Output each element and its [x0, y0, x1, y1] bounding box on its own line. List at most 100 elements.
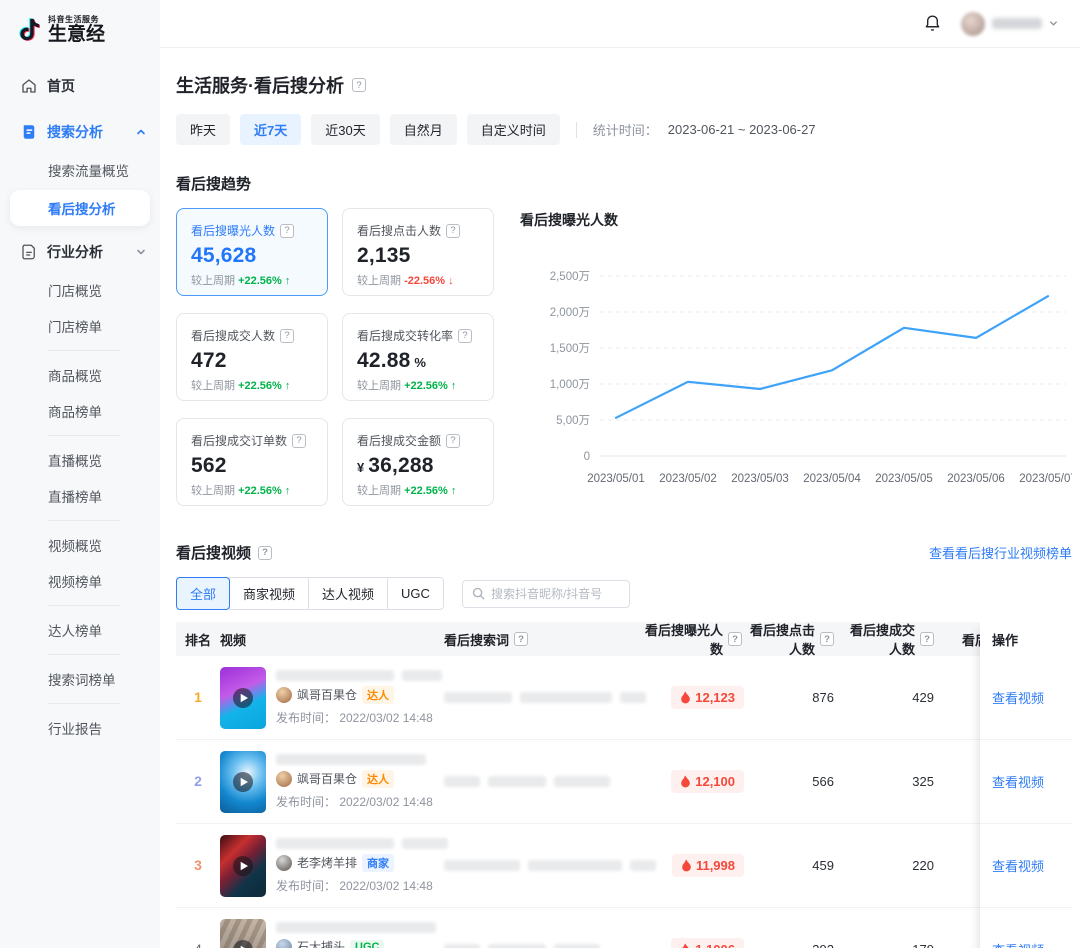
video-filter-达人视频[interactable]: 达人视频: [308, 577, 388, 610]
help-icon[interactable]: ?: [920, 632, 934, 646]
sidebar-item-search-traffic-overview[interactable]: 搜索流量概览: [0, 152, 160, 188]
search-box[interactable]: [462, 580, 630, 608]
redacted-text: [444, 860, 520, 871]
sidebar-divider: [48, 703, 120, 704]
video-filter-UGC[interactable]: UGC: [387, 577, 444, 610]
redacted-text: [402, 670, 442, 681]
sidebar-item-post-view-search-analysis[interactable]: 看后搜分析: [10, 190, 150, 226]
view-video-link[interactable]: 查看视频: [992, 772, 1044, 791]
rank-cell: 1: [176, 689, 220, 707]
video-thumbnail[interactable]: [220, 667, 266, 729]
video-thumbnail[interactable]: [220, 751, 266, 813]
help-icon[interactable]: ?: [446, 224, 460, 238]
date-tab-自定义时间[interactable]: 自定义时间: [467, 114, 560, 145]
rank-value: 1: [194, 689, 202, 705]
industry-analysis-icon: [20, 243, 38, 261]
value-number: 45,628: [191, 244, 256, 267]
bell-icon[interactable]: [922, 13, 943, 34]
help-icon[interactable]: ?: [446, 434, 460, 448]
divider: [576, 122, 577, 138]
search-input[interactable]: [491, 587, 620, 601]
column-header-label: 看后搜点击人数: [748, 622, 815, 658]
metric-card-value: ¥ 36,288: [357, 454, 479, 478]
sidebar-item-industry-report[interactable]: 行业报告: [0, 710, 160, 746]
sidebar-item-industry-analysis[interactable]: 行业分析: [0, 232, 160, 272]
help-icon[interactable]: ?: [280, 224, 294, 238]
user-menu[interactable]: [961, 12, 1058, 36]
help-icon[interactable]: ?: [728, 632, 742, 646]
metric-card-1[interactable]: 看后搜曝光人数?45,628较上周期 +22.56% ↑: [176, 208, 328, 296]
date-tab-昨天[interactable]: 昨天: [176, 114, 230, 145]
author-badge: 达人: [362, 770, 394, 788]
video-thumbnail[interactable]: [220, 919, 266, 948]
page-content: 生活服务·看后搜分析 ? 昨天近7天近30天自然月自定义时间 统计时间： 202…: [160, 48, 1080, 948]
sidebar-item-video-ranking[interactable]: 视频榜单: [0, 563, 160, 599]
sidebar-item-home[interactable]: 首页: [0, 66, 160, 106]
metric-label-text: 看后搜曝光人数: [191, 222, 275, 239]
author-name: 老李烤羊排: [297, 854, 357, 871]
sidebar-item-store-overview[interactable]: 门店概览: [0, 272, 160, 308]
deals-cell: 429: [848, 690, 952, 705]
metric-card-3[interactable]: 看后搜成交人数?472较上周期 +22.56% ↑: [176, 313, 328, 401]
column-header-2: 看后搜索词?: [444, 630, 636, 649]
view-video-link[interactable]: 查看视频: [992, 856, 1044, 875]
sidebar-item-live-overview[interactable]: 直播概览: [0, 442, 160, 478]
sidebar-item-video-overview[interactable]: 视频概览: [0, 527, 160, 563]
help-icon[interactable]: ?: [280, 329, 294, 343]
column-header-5: 看后搜成交人数?: [848, 622, 952, 658]
rank-value: 4: [194, 941, 202, 948]
metric-card-4[interactable]: 看后搜成交转化率?42.88 %较上周期 +22.56% ↑: [342, 313, 494, 401]
value-number: 562: [191, 454, 227, 477]
change-value: +22.56% ↑: [238, 485, 290, 497]
date-filter-row: 昨天近7天近30天自然月自定义时间 统计时间： 2023-06-21 ~ 202…: [176, 114, 1072, 145]
help-icon[interactable]: ?: [514, 632, 528, 646]
help-icon[interactable]: ?: [258, 546, 272, 560]
action-cell: 查看视频: [980, 908, 1072, 948]
industry-video-ranking-link[interactable]: 查看看后搜行业视频榜单: [929, 543, 1072, 562]
metric-card-value: 562: [191, 454, 313, 478]
action-cell: 查看视频: [980, 824, 1072, 908]
date-tab-近7天[interactable]: 近7天: [240, 114, 301, 145]
metric-card-5[interactable]: 看后搜成交订单数?562较上周期 +22.56% ↑: [176, 418, 328, 506]
svg-text:2023/05/02: 2023/05/02: [659, 473, 717, 485]
video-title-redacted: [276, 754, 433, 765]
video-thumbnail[interactable]: [220, 835, 266, 897]
help-icon[interactable]: ?: [292, 434, 306, 448]
sidebar-item-label: 首页: [47, 76, 75, 96]
metric-card-6[interactable]: 看后搜成交金额?¥ 36,288较上周期 +22.56% ↑: [342, 418, 494, 506]
help-icon[interactable]: ?: [820, 632, 834, 646]
sidebar-item-search-analysis[interactable]: 搜索分析: [0, 112, 160, 152]
play-icon: [232, 771, 254, 793]
view-video-link[interactable]: 查看视频: [992, 688, 1044, 707]
help-icon[interactable]: ?: [352, 78, 366, 92]
sidebar-item-live-ranking[interactable]: 直播榜单: [0, 478, 160, 514]
video-info: 飒哥百果仓达人发布时间： 2022/03/02 14:48: [276, 754, 433, 810]
redacted-text: [402, 838, 448, 849]
column-header-content: 看后搜点击人数?: [748, 622, 834, 658]
action-cell: 查看视频: [980, 656, 1072, 740]
date-tab-自然月[interactable]: 自然月: [390, 114, 457, 145]
date-tab-近30天[interactable]: 近30天: [311, 114, 379, 145]
compare-label: 较上周期: [191, 275, 238, 287]
value-number: 472: [191, 349, 227, 372]
value-unit: %: [411, 355, 427, 370]
author-avatar: [276, 855, 292, 871]
metric-card-2[interactable]: 看后搜点击人数?2,135较上周期 -22.56% ↓: [342, 208, 494, 296]
user-name-redacted: [992, 18, 1042, 29]
video-title-redacted: [276, 670, 442, 681]
tiktok-note-icon: [16, 16, 42, 46]
sidebar-divider: [48, 520, 120, 521]
sidebar-item-search-word-ranking[interactable]: 搜索词榜单: [0, 661, 160, 697]
view-video-link[interactable]: 查看视频: [992, 940, 1044, 948]
sidebar-item-talent-ranking[interactable]: 达人榜单: [0, 612, 160, 648]
video-filter-全部[interactable]: 全部: [176, 577, 230, 610]
svg-text:0: 0: [584, 451, 590, 463]
help-icon[interactable]: ?: [458, 329, 472, 343]
video-filter-商家视频[interactable]: 商家视频: [229, 577, 309, 610]
sidebar-item-store-ranking[interactable]: 门店榜单: [0, 308, 160, 344]
svg-text:2,500万: 2,500万: [550, 271, 590, 283]
column-header-1: 视频: [220, 630, 444, 649]
sidebar-item-product-ranking[interactable]: 商品榜单: [0, 393, 160, 429]
line-chart: 05,00万1,000万1,500万2,000万2,500万2023/05/01…: [520, 234, 1072, 512]
sidebar-item-product-overview[interactable]: 商品概览: [0, 357, 160, 393]
